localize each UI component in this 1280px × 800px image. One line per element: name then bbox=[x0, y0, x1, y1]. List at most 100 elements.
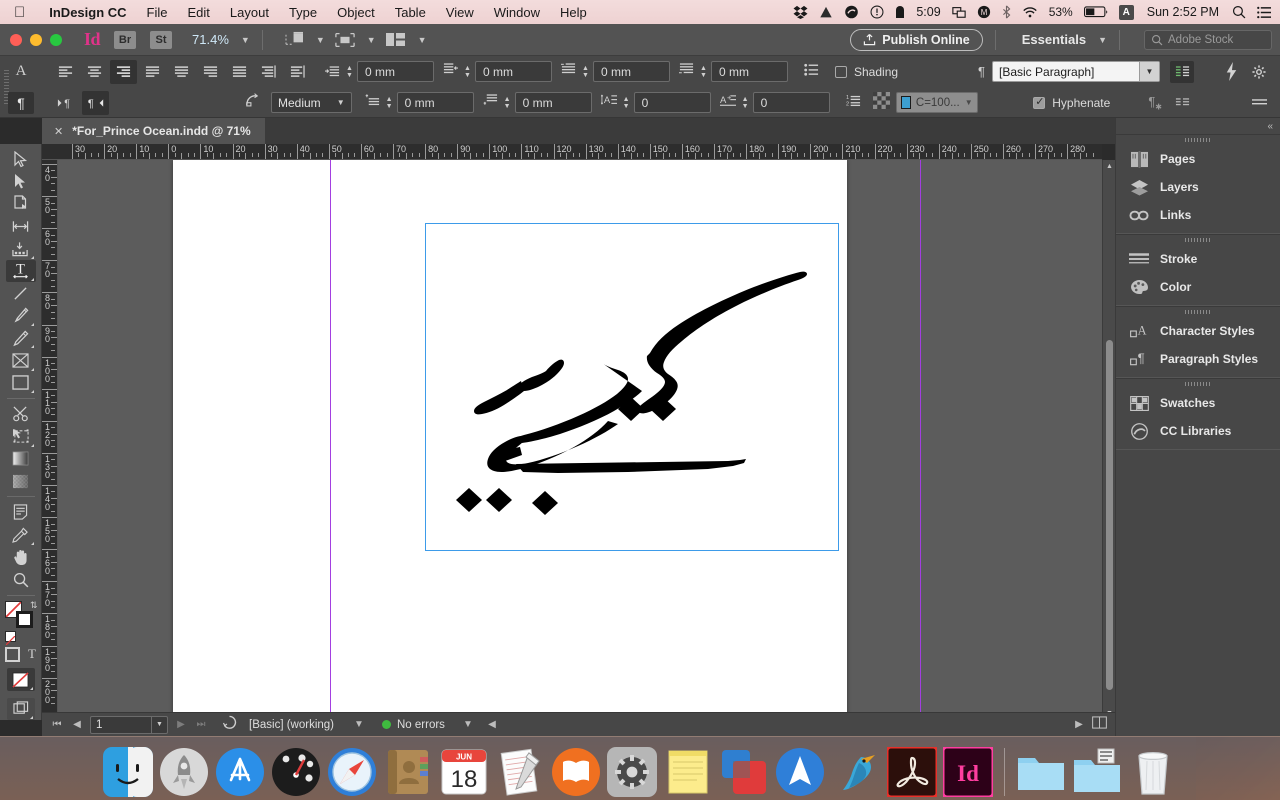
dock-item-ibooks[interactable] bbox=[550, 746, 602, 798]
transparency-grid-icon[interactable] bbox=[872, 91, 890, 114]
content-collector-tool[interactable] bbox=[6, 237, 36, 259]
minimize-window-button[interactable] bbox=[30, 33, 42, 46]
vertical-scrollbar[interactable]: ▲ ▼ bbox=[1102, 160, 1115, 720]
menu-file[interactable]: File bbox=[137, 5, 178, 20]
horizontal-ruler[interactable]: 30 20 10 0 10 20 30 40 50 60 70 80 90 100 110 120 130 140… bbox=[42, 144, 1102, 160]
zoom-tool[interactable] bbox=[6, 568, 36, 590]
dock-item-vmware-fusion[interactable] bbox=[718, 746, 770, 798]
stock-button[interactable]: St bbox=[150, 30, 173, 49]
dock-item-adobe-acrobat[interactable] bbox=[886, 746, 938, 798]
close-window-button[interactable] bbox=[10, 33, 22, 46]
stepper-arrows[interactable]: ▲ ▼ bbox=[384, 94, 395, 112]
shading-color-dropdown[interactable]: C=100... ▼ bbox=[895, 92, 978, 113]
justify-left-button[interactable] bbox=[139, 60, 166, 84]
timer-icon[interactable] bbox=[895, 5, 905, 19]
drop-cap-lines-value[interactable]: 0 bbox=[633, 92, 711, 113]
bridge-button[interactable]: Br bbox=[114, 30, 137, 49]
menu-window[interactable]: Window bbox=[484, 5, 550, 20]
stepper-arrows[interactable]: ▲ ▼ bbox=[621, 94, 632, 112]
dock-item-notes-textedit[interactable] bbox=[494, 746, 546, 798]
chevron-down-icon[interactable]: ▼ bbox=[418, 35, 427, 45]
zoom-level-value[interactable]: 71.4% bbox=[192, 32, 229, 47]
menu-view[interactable]: View bbox=[436, 5, 484, 20]
paragraph-style-dropdown[interactable]: [Basic Paragraph] ▼ bbox=[992, 61, 1160, 82]
left-indent-value[interactable]: 0 mm bbox=[357, 61, 434, 82]
first-page-icon[interactable]: ⏮ bbox=[50, 719, 64, 730]
dock-item-hummingbird-app[interactable] bbox=[830, 746, 882, 798]
apple-icon[interactable]:  bbox=[0, 5, 39, 20]
shading-checkbox-group[interactable]: Shading bbox=[835, 65, 898, 79]
default-fill-stroke-icon[interactable] bbox=[3, 631, 39, 646]
chevron-down-icon[interactable]: ▼ bbox=[337, 98, 345, 107]
gradient-feather-tool[interactable] bbox=[6, 470, 36, 492]
panel-item-stroke[interactable]: Stroke bbox=[1116, 245, 1280, 273]
rectangle-tool[interactable] bbox=[6, 372, 36, 394]
eyedropper-tool[interactable] bbox=[6, 524, 36, 546]
align-toward-spine-button[interactable] bbox=[255, 60, 282, 84]
drop-cap-chars-value[interactable]: 0 bbox=[752, 92, 830, 113]
justify-all-button[interactable] bbox=[226, 60, 253, 84]
gap-tool[interactable] bbox=[6, 215, 36, 237]
normal-view-mode-icon[interactable] bbox=[6, 697, 35, 721]
note-tool[interactable] bbox=[6, 501, 36, 523]
panel-item-pages[interactable]: Pages bbox=[1116, 145, 1280, 173]
numbered-list-icon[interactable]: 12 bbox=[846, 94, 861, 112]
panel-grip[interactable] bbox=[1116, 235, 1280, 245]
direction-rtl-icon[interactable]: ¶ bbox=[82, 90, 109, 115]
notification-center-icon[interactable] bbox=[1257, 6, 1272, 19]
collapse-panels-icon[interactable]: « bbox=[1116, 118, 1280, 134]
panel-grip[interactable] bbox=[1116, 135, 1280, 145]
menu-edit[interactable]: Edit bbox=[178, 5, 220, 20]
first-line-indent-field[interactable]: ▲ ▼ 0 mm bbox=[580, 61, 670, 82]
drop-cap-chars-field[interactable]: ▲ ▼ 0 bbox=[740, 92, 830, 113]
previous-page-icon[interactable]: ◀ bbox=[70, 719, 84, 730]
align-center-button[interactable] bbox=[81, 60, 108, 84]
right-indent-field[interactable]: ▲ ▼ 0 mm bbox=[462, 61, 552, 82]
publish-online-button[interactable]: Publish Online bbox=[850, 28, 983, 51]
chevron-down-icon[interactable]: ▼ bbox=[965, 98, 973, 107]
composer-dropdown[interactable]: Medium ▼ bbox=[271, 92, 352, 113]
selection-tool[interactable] bbox=[6, 148, 36, 170]
last-page-icon[interactable]: ⏭ bbox=[194, 719, 208, 730]
no-break-icon[interactable]: ¶✱ bbox=[1148, 94, 1162, 112]
hyphenate-checkbox-group[interactable]: Hyphenate bbox=[1033, 95, 1110, 110]
view-mode-icon[interactable] bbox=[335, 32, 355, 48]
dock-item-finder[interactable] bbox=[102, 746, 154, 798]
chevron-down-icon[interactable]: ▼ bbox=[1098, 35, 1107, 45]
scissors-tool[interactable] bbox=[6, 403, 36, 425]
dock-item-spark-mail[interactable] bbox=[774, 746, 826, 798]
dock-item-documents-folder[interactable] bbox=[1015, 746, 1067, 798]
dock-item-calendar[interactable]: JUN 18 bbox=[438, 746, 490, 798]
balance-columns-icon[interactable] bbox=[1170, 92, 1194, 114]
layout-view-icon[interactable] bbox=[1092, 715, 1107, 734]
panel-item-character-styles[interactable]: A Character Styles bbox=[1116, 317, 1280, 345]
page-tool[interactable] bbox=[6, 193, 36, 215]
dock-item-app-store[interactable] bbox=[214, 746, 266, 798]
maximize-window-button[interactable] bbox=[50, 33, 62, 46]
drop-cap-lines-field[interactable]: ▲ ▼ 0 bbox=[621, 92, 711, 113]
vertical-scroll-thumb[interactable] bbox=[1106, 340, 1113, 690]
swap-fill-stroke-icon[interactable]: ⇅ bbox=[30, 600, 38, 611]
menu-layout[interactable]: Layout bbox=[220, 5, 279, 20]
dock-item-launchpad[interactable] bbox=[158, 746, 210, 798]
chevron-down-icon[interactable]: ▼ bbox=[241, 35, 250, 45]
preflight-icon[interactable] bbox=[222, 715, 237, 735]
chevron-down-icon[interactable]: ▼ bbox=[352, 719, 366, 730]
workspace-switcher[interactable]: Essentials bbox=[1022, 32, 1086, 47]
dock-item-safari[interactable] bbox=[326, 746, 378, 798]
panel-grip[interactable] bbox=[1116, 307, 1280, 317]
document-page[interactable] bbox=[173, 160, 921, 720]
stepper-arrows[interactable]: ▲ ▼ bbox=[580, 63, 591, 81]
page-number-field[interactable]: 1 ▼ bbox=[90, 715, 168, 734]
chevron-right-icon[interactable]: ▶ bbox=[1072, 719, 1086, 730]
pen-tool[interactable] bbox=[6, 305, 36, 327]
google-drive-icon[interactable] bbox=[819, 6, 833, 19]
character-formatting-icon[interactable]: A bbox=[0, 63, 42, 80]
align-right-button[interactable] bbox=[110, 59, 137, 84]
align-left-button[interactable] bbox=[52, 60, 79, 84]
document-tab[interactable]: ✕ *For_Prince Ocean.indd @ 71% bbox=[42, 118, 265, 144]
panel-item-layers[interactable]: Layers bbox=[1116, 173, 1280, 201]
justify-right-button[interactable] bbox=[197, 60, 224, 84]
chevron-down-icon[interactable]: ▼ bbox=[367, 35, 376, 45]
preflight-profile[interactable]: [Basic] (working) bbox=[249, 719, 334, 731]
